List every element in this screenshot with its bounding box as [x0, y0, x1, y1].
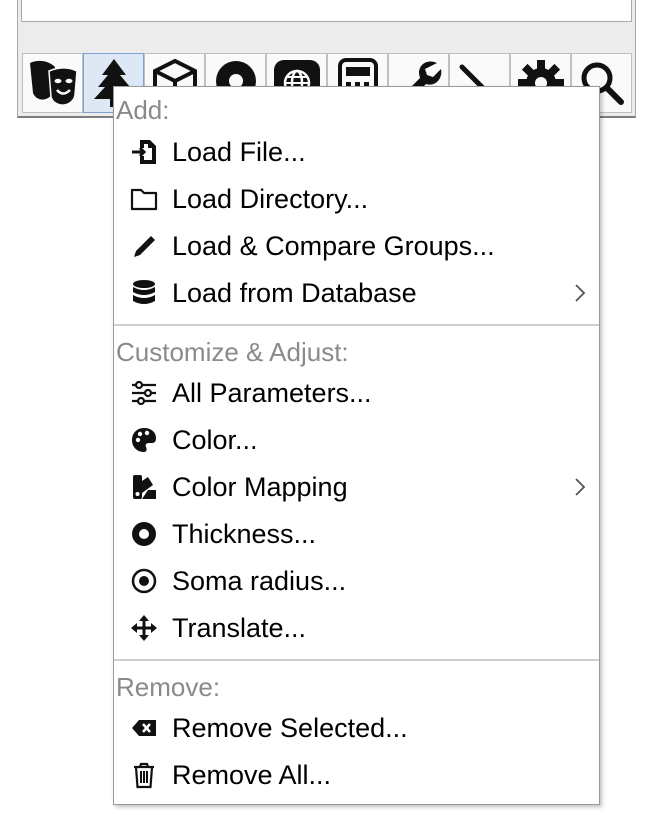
menu-item-translate[interactable]: Translate... [114, 605, 599, 651]
theater-masks-icon [29, 60, 78, 106]
menu-item-label: Load & Compare Groups... [172, 230, 495, 261]
menu-item-all-parameters[interactable]: All Parameters... [114, 370, 599, 416]
menu-separator [114, 659, 599, 661]
chevron-right-icon [575, 284, 586, 302]
menu-item-load-directory[interactable]: Load Directory... [114, 176, 599, 222]
context-menu: Add: Load File... Load Directory... Load… [113, 86, 600, 805]
menu-item-remove-all[interactable]: Remove All... [114, 752, 599, 798]
menu-item-label: Remove All... [172, 759, 332, 790]
chevron-right-icon [575, 478, 586, 496]
sliders-icon [129, 378, 159, 408]
menu-item-color[interactable]: Color... [114, 417, 599, 463]
menu-item-label: Load from Database [172, 277, 417, 308]
palette-icon [129, 425, 159, 455]
arrows-move-icon [129, 613, 159, 643]
menu-item-label: Soma radius... [172, 565, 347, 596]
console-area[interactable] [21, 0, 632, 22]
backspace-icon [129, 713, 159, 743]
folder-icon [129, 184, 159, 214]
menu-item-label: Translate... [172, 612, 307, 643]
menu-item-label: Load File... [172, 136, 306, 167]
menu-item-label: Remove Selected... [172, 712, 408, 743]
menu-item-load-from-database[interactable]: Load from Database [114, 270, 599, 316]
menu-item-label: Color Mapping [172, 471, 348, 502]
swatchbook-icon [129, 472, 159, 502]
section-title-remove: Remove: [116, 672, 221, 702]
dot-circle-icon [129, 566, 159, 596]
menu-item-label: Thickness... [172, 518, 317, 549]
trash-icon [129, 760, 159, 790]
menu-item-thickness[interactable]: Thickness... [114, 511, 599, 557]
section-title-add: Add: [116, 95, 170, 125]
menu-item-label: All Parameters... [172, 377, 372, 408]
menu-item-load-compare-groups[interactable]: Load & Compare Groups... [114, 223, 599, 269]
menu-item-load-file[interactable]: Load File... [114, 129, 599, 175]
menu-item-color-mapping[interactable]: Color Mapping [114, 464, 599, 510]
theater-masks-button[interactable] [22, 53, 83, 113]
menu-item-label: Color... [172, 424, 258, 455]
database-icon [129, 278, 159, 308]
file-import-icon [129, 137, 159, 167]
pen-icon [129, 231, 159, 261]
menu-item-soma-radius[interactable]: Soma radius... [114, 558, 599, 604]
circle-ring-icon [129, 519, 159, 549]
menu-item-label: Load Directory... [172, 183, 369, 214]
menu-separator [114, 324, 599, 326]
section-title-customize: Customize & Adjust: [116, 337, 349, 367]
menu-item-remove-selected[interactable]: Remove Selected... [114, 705, 599, 751]
